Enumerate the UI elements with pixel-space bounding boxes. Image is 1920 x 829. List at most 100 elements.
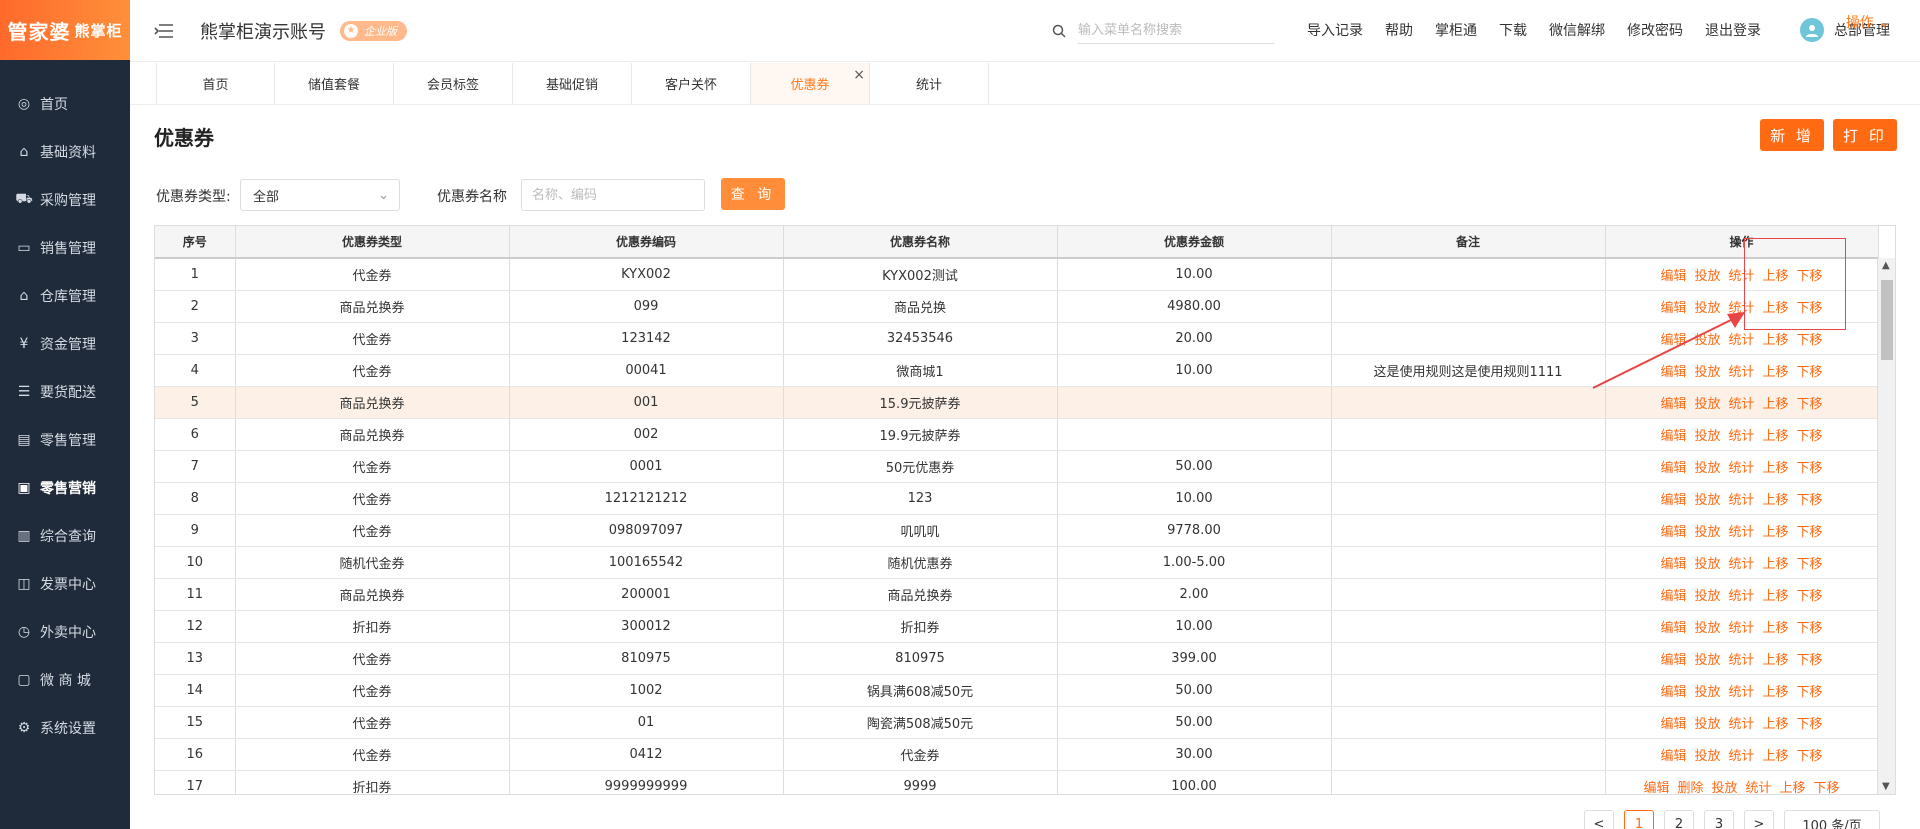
row-action-link[interactable]: 统计 bbox=[1728, 397, 1754, 412]
row-action-link[interactable]: 上移 bbox=[1763, 685, 1789, 700]
row-action-link[interactable]: 编辑 bbox=[1660, 269, 1686, 284]
row-action-link[interactable]: 统计 bbox=[1728, 525, 1754, 540]
page-number[interactable]: 3 bbox=[1704, 810, 1734, 829]
header-link[interactable]: 修改密码 bbox=[1627, 20, 1683, 40]
row-action-link[interactable]: 编辑 bbox=[1660, 749, 1686, 764]
row-action-link[interactable]: 投放 bbox=[1694, 717, 1720, 732]
tab[interactable]: 客户关怀 bbox=[632, 63, 751, 104]
row-action-link[interactable]: 投放 bbox=[1694, 653, 1720, 668]
sidebar-item[interactable]: ⌂ 基础资料 bbox=[0, 128, 130, 176]
operation-dropdown[interactable]: 操作 ⌄ bbox=[1846, 12, 1890, 32]
row-action-link[interactable]: 下移 bbox=[1797, 525, 1823, 540]
row-action-link[interactable]: 下移 bbox=[1797, 717, 1823, 732]
row-action-link[interactable]: 投放 bbox=[1694, 557, 1720, 572]
sidebar-item[interactable]: ☰ 要货配送 bbox=[0, 368, 130, 416]
menu-search-input[interactable] bbox=[1078, 18, 1274, 44]
row-action-link[interactable]: 统计 bbox=[1728, 461, 1754, 476]
row-action-link[interactable]: 上移 bbox=[1763, 365, 1789, 380]
sidebar-item[interactable]: ◫ 发票中心 bbox=[0, 560, 130, 608]
row-action-link[interactable]: 投放 bbox=[1694, 749, 1720, 764]
row-action-link[interactable]: 编辑 bbox=[1660, 557, 1686, 572]
add-button[interactable]: 新 增 bbox=[1760, 119, 1824, 151]
row-action-link[interactable]: 上移 bbox=[1763, 525, 1789, 540]
table-row[interactable]: 11 商品兑换券 200001 商品兑换券 2.00 编辑 投放 统计 上移 下移 bbox=[155, 578, 1879, 611]
row-action-link[interactable]: 下移 bbox=[1797, 589, 1823, 604]
page-number[interactable]: 1 bbox=[1624, 810, 1654, 829]
row-action-link[interactable]: 统计 bbox=[1728, 621, 1754, 636]
scrollbar-thumb[interactable] bbox=[1881, 280, 1893, 360]
row-action-link[interactable]: 下移 bbox=[1797, 653, 1823, 668]
row-action-link[interactable]: 投放 bbox=[1694, 685, 1720, 700]
row-action-link[interactable]: 编辑 bbox=[1660, 493, 1686, 508]
row-action-link[interactable]: 统计 bbox=[1728, 429, 1754, 444]
row-action-link[interactable]: 编辑 bbox=[1660, 397, 1686, 412]
row-action-link[interactable]: 下移 bbox=[1797, 557, 1823, 572]
scroll-down-icon[interactable]: ▼ bbox=[1882, 781, 1890, 792]
row-action-link[interactable]: 下移 bbox=[1797, 397, 1823, 412]
row-action-link[interactable]: 编辑 bbox=[1660, 717, 1686, 732]
sidebar-item[interactable]: ⛟ 采购管理 bbox=[0, 176, 130, 224]
row-action-link[interactable]: 编辑 bbox=[1660, 653, 1686, 668]
row-action-link[interactable]: 上移 bbox=[1763, 621, 1789, 636]
close-icon[interactable]: × bbox=[853, 67, 865, 83]
tab[interactable]: 会员标签 bbox=[394, 63, 513, 104]
sidebar-item[interactable]: ⌂ 仓库管理 bbox=[0, 272, 130, 320]
row-action-link[interactable]: 投放 bbox=[1694, 589, 1720, 604]
header-link[interactable]: 退出登录 bbox=[1705, 20, 1761, 40]
header-link[interactable]: 微信解绑 bbox=[1549, 20, 1605, 40]
page-size-select[interactable]: 100 条/页 bbox=[1784, 810, 1880, 829]
prev-page-button[interactable]: < bbox=[1584, 810, 1614, 829]
coupon-name-input[interactable] bbox=[521, 179, 705, 211]
row-action-link[interactable]: 统计 bbox=[1728, 717, 1754, 732]
row-action-link[interactable]: 下移 bbox=[1797, 493, 1823, 508]
row-action-link[interactable]: 统计 bbox=[1728, 653, 1754, 668]
row-action-link[interactable]: 编辑 bbox=[1660, 685, 1686, 700]
sidebar-item[interactable]: ¥ 资金管理 bbox=[0, 320, 130, 368]
header-link[interactable]: 下载 bbox=[1499, 20, 1527, 40]
table-row[interactable]: 17 折扣券 9999999999 9999 100.00 编辑 删除 投放 统计 上移 下移 bbox=[155, 770, 1879, 795]
row-action-link[interactable]: 下移 bbox=[1814, 781, 1840, 795]
row-action-link[interactable]: 下移 bbox=[1797, 333, 1823, 348]
row-action-link[interactable]: 上移 bbox=[1763, 717, 1789, 732]
row-action-link[interactable]: 上移 bbox=[1763, 461, 1789, 476]
row-action-link[interactable]: 上移 bbox=[1763, 749, 1789, 764]
table-row[interactable]: 8 代金券 1212121212 123 10.00 编辑 投放 统计 上移 下移 bbox=[155, 482, 1879, 515]
table-row[interactable]: 9 代金券 098097097 叽叽叽 9778.00 编辑 投放 统计 上移 下移 bbox=[155, 514, 1879, 547]
row-action-link[interactable]: 投放 bbox=[1694, 621, 1720, 636]
page-number[interactable]: 2 bbox=[1664, 810, 1694, 829]
tab[interactable]: 储值套餐 bbox=[275, 63, 394, 104]
row-action-link[interactable]: 上移 bbox=[1763, 429, 1789, 444]
row-action-link[interactable]: 编辑 bbox=[1660, 525, 1686, 540]
table-scrollbar[interactable]: ▲ ▼ bbox=[1877, 258, 1895, 794]
tab[interactable]: 基础促销 bbox=[513, 63, 632, 104]
tab[interactable]: 优惠券 × bbox=[751, 63, 870, 104]
sidebar-item[interactable]: ▢ 微 商 城 bbox=[0, 656, 130, 704]
sidebar-item[interactable]: ▥ 综合查询 bbox=[0, 512, 130, 560]
row-action-link[interactable]: 上移 bbox=[1763, 397, 1789, 412]
table-row[interactable]: 10 随机代金券 100165542 随机优惠券 1.00-5.00 编辑 投放 统计 上移 下移 bbox=[155, 546, 1879, 579]
table-row[interactable]: 7 代金券 0001 50元优惠券 50.00 编辑 投放 统计 上移 下移 bbox=[155, 450, 1879, 483]
sidebar-item[interactable]: ▣ 零售营销 bbox=[0, 464, 130, 512]
sidebar-item[interactable]: ◷ 外卖中心 bbox=[0, 608, 130, 656]
row-action-link[interactable]: 上移 bbox=[1763, 653, 1789, 668]
table-row[interactable]: 16 代金券 0412 代金券 30.00 编辑 投放 统计 上移 下移 bbox=[155, 738, 1879, 771]
row-action-link[interactable]: 统计 bbox=[1728, 749, 1754, 764]
sidebar-item[interactable]: ◎ 首页 bbox=[0, 80, 130, 128]
row-action-link[interactable]: 上移 bbox=[1763, 589, 1789, 604]
coupon-type-select[interactable]: 全部 ⌄ bbox=[240, 179, 400, 211]
query-button[interactable]: 查 询 bbox=[721, 178, 785, 210]
row-action-link[interactable]: 删除 bbox=[1677, 781, 1703, 795]
table-row[interactable]: 13 代金券 810975 810975 399.00 编辑 投放 统计 上移 下移 bbox=[155, 642, 1879, 675]
row-action-link[interactable]: 编辑 bbox=[1660, 589, 1686, 604]
row-action-link[interactable]: 下移 bbox=[1797, 685, 1823, 700]
header-link[interactable]: 导入记录 bbox=[1307, 20, 1363, 40]
row-action-link[interactable]: 上移 bbox=[1763, 333, 1789, 348]
header-link[interactable]: 帮助 bbox=[1385, 20, 1413, 40]
row-action-link[interactable]: 编辑 bbox=[1660, 621, 1686, 636]
sidebar-item[interactable]: ▭ 销售管理 bbox=[0, 224, 130, 272]
tab[interactable]: 首页 bbox=[156, 63, 275, 104]
row-action-link[interactable]: 投放 bbox=[1694, 525, 1720, 540]
row-action-link[interactable]: 下移 bbox=[1797, 461, 1823, 476]
print-button[interactable]: 打 印 bbox=[1833, 119, 1897, 151]
row-action-link[interactable]: 编辑 bbox=[1643, 781, 1669, 795]
